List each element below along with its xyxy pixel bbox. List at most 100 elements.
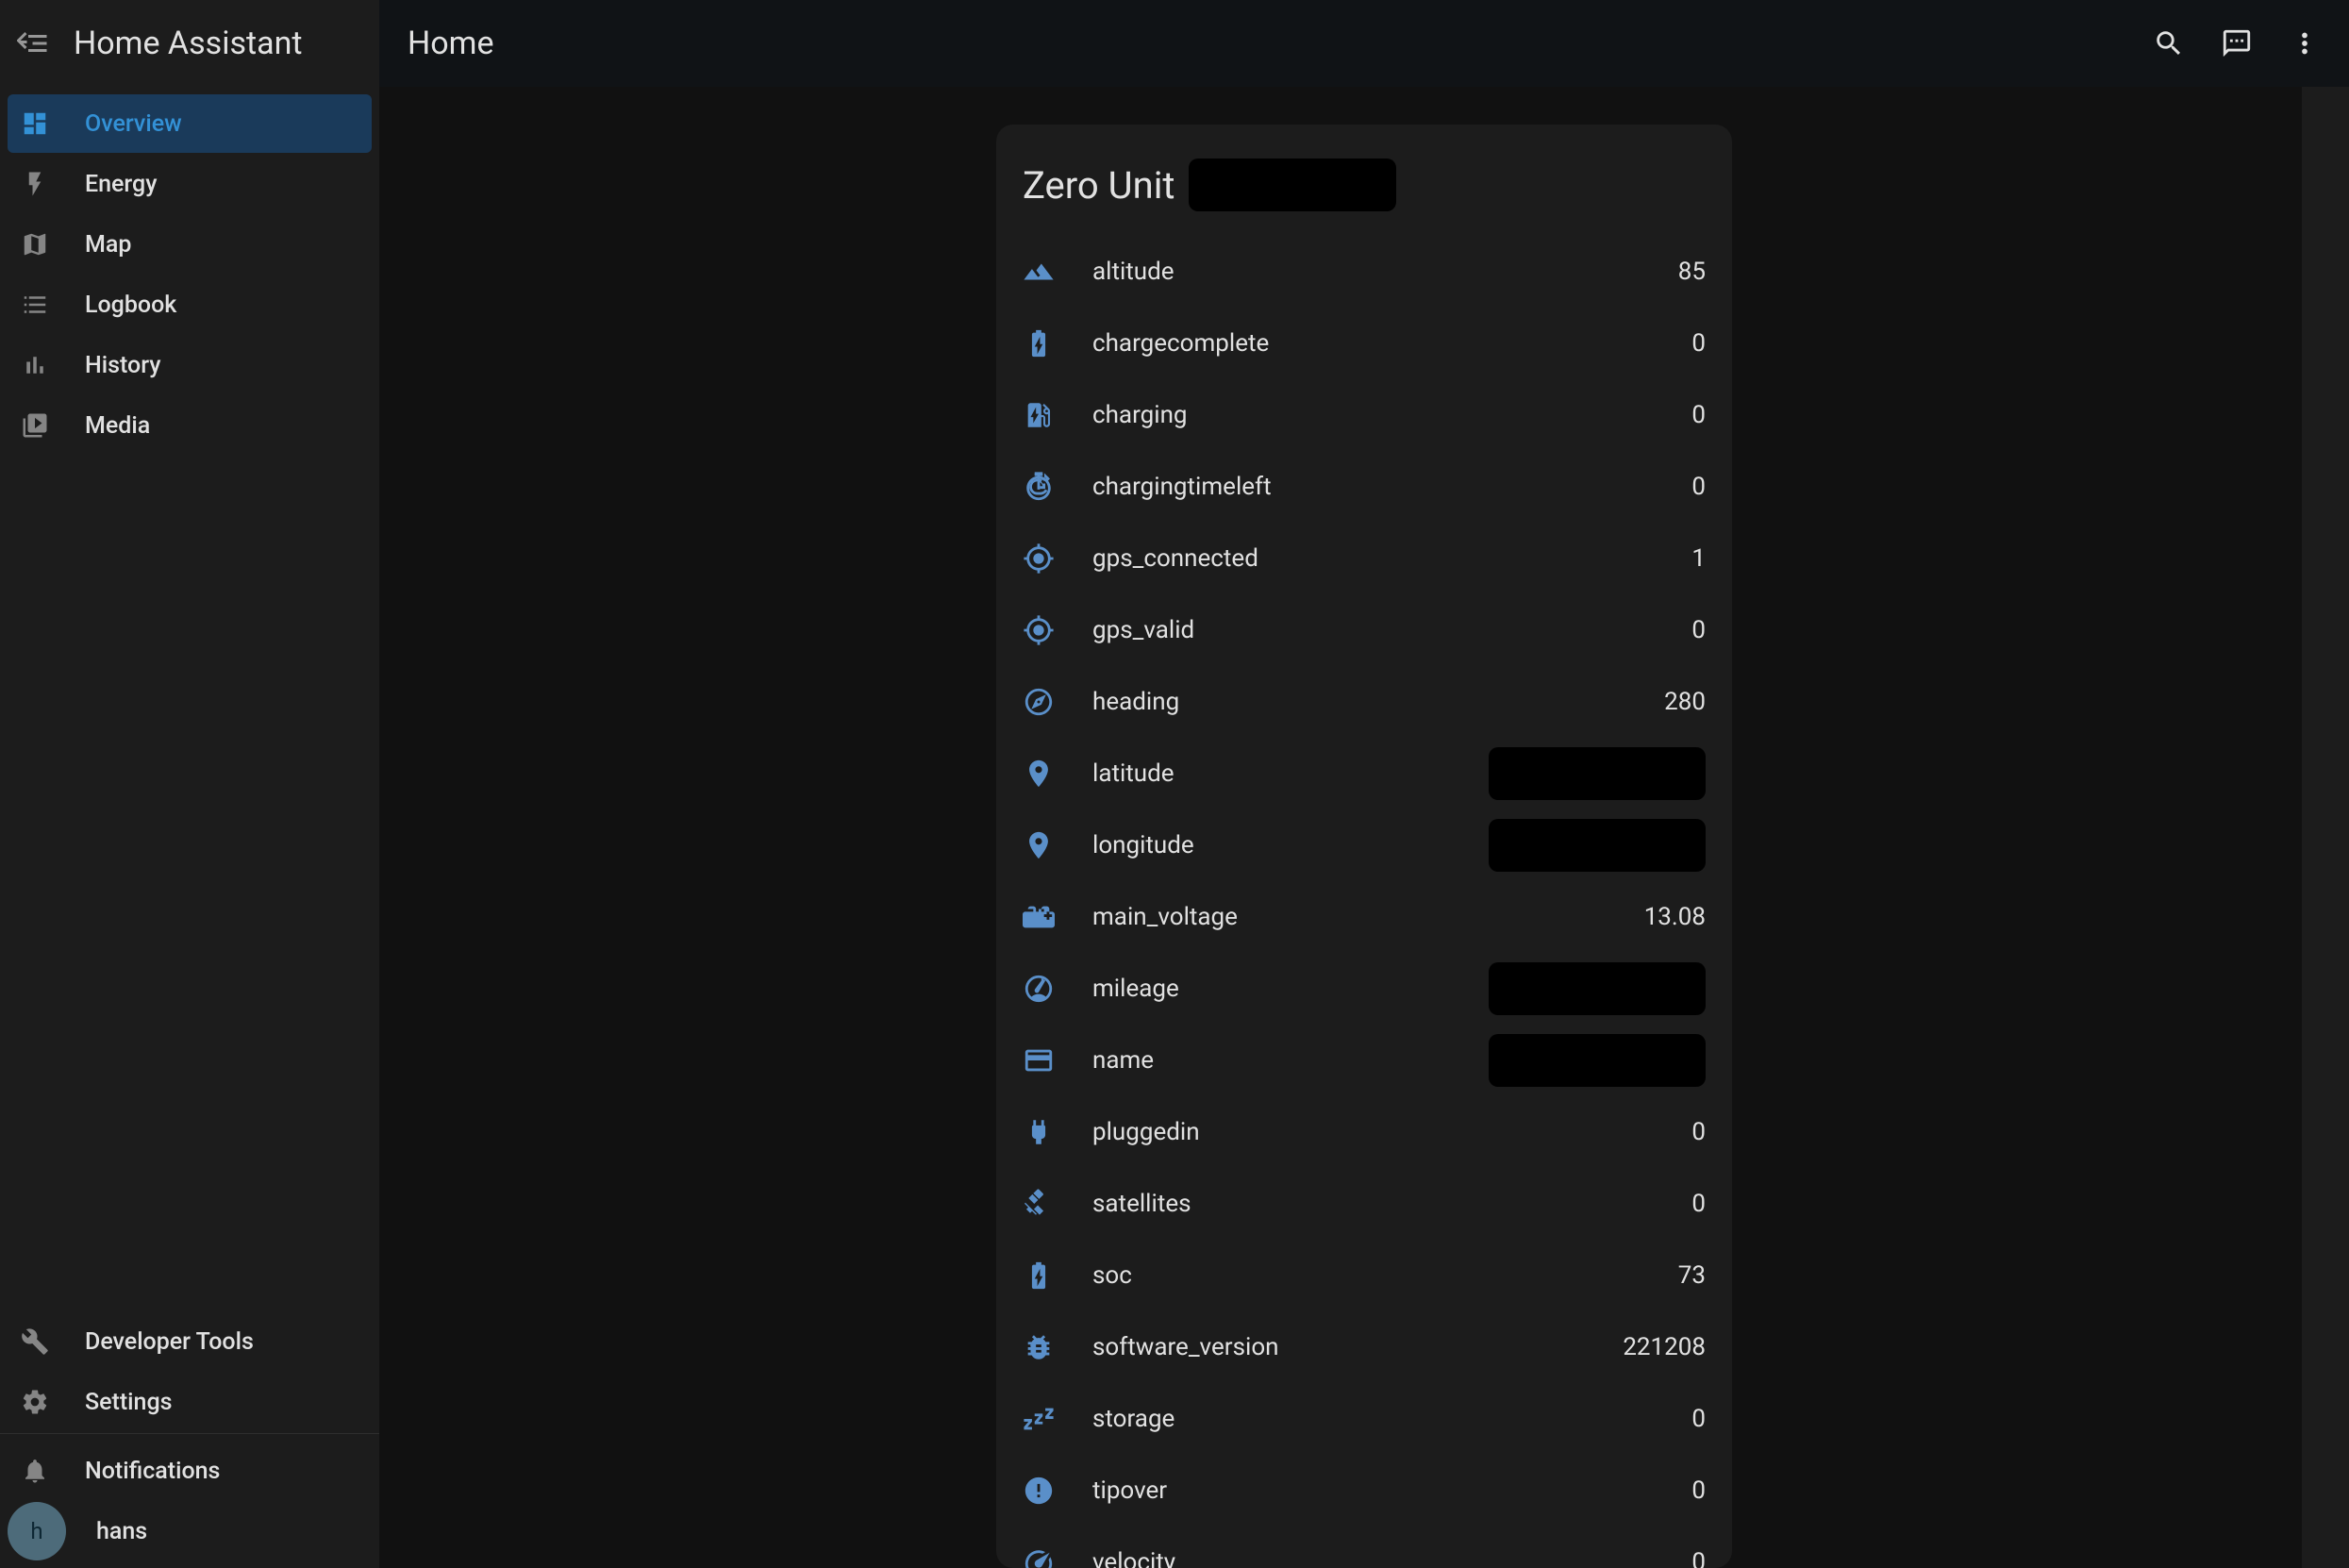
entity-label: velocity (1092, 1548, 1691, 1568)
ev-station-icon (1023, 399, 1055, 431)
card-icon (1023, 1044, 1055, 1076)
entity-row[interactable]: heading280 (996, 666, 1732, 738)
sidebar-item-label: History (85, 352, 161, 379)
sidebar-item-label: Notifications (85, 1458, 220, 1485)
entity-label: gps_connected (1092, 544, 1691, 573)
avatar: h (8, 1502, 66, 1560)
app-title: Home Assistant (74, 25, 303, 62)
sidebar-user[interactable]: h hans (8, 1502, 372, 1560)
entity-value: 13.08 (1644, 903, 1706, 931)
sidebar-item-label: Overview (85, 110, 182, 138)
entity-value: 73 (1678, 1261, 1706, 1290)
page-title: Home (408, 25, 494, 62)
sidebar-item-energy[interactable]: Energy (8, 155, 372, 213)
entity-value: 0 (1691, 1118, 1706, 1146)
sidebar-nav: Overview Energy Map Logbook History Medi… (0, 87, 379, 1305)
altitude-icon (1023, 256, 1055, 288)
bell-icon (21, 1457, 49, 1485)
redacted (1489, 819, 1706, 872)
entity-label: soc (1092, 1261, 1678, 1290)
entity-label: satellites (1092, 1190, 1691, 1218)
chat-icon[interactable] (2221, 27, 2253, 59)
media-icon (21, 411, 49, 440)
entities-list: altitude85chargecomplete0charging0chargi… (996, 236, 1732, 1568)
entity-row[interactable]: main_voltage13.08 (996, 881, 1732, 953)
dots-vertical-icon[interactable] (2289, 27, 2321, 59)
entity-row[interactable]: latitude (996, 738, 1732, 809)
menu-collapse-icon[interactable] (17, 26, 51, 60)
entity-value: 1 (1691, 544, 1706, 573)
entity-label: latitude (1092, 759, 1489, 788)
sidebar-item-history[interactable]: History (8, 336, 372, 394)
entity-label: longitude (1092, 831, 1489, 859)
redacted (1489, 747, 1706, 800)
entity-row[interactable]: soc73 (996, 1240, 1732, 1311)
battery-charging-icon (1023, 1259, 1055, 1292)
entity-label: gps_valid (1092, 616, 1691, 644)
entity-label: chargingtimeleft (1092, 473, 1691, 501)
entity-value: 0 (1691, 1476, 1706, 1505)
topbar: Home (379, 0, 2349, 87)
crosshairs-icon (1023, 614, 1055, 646)
entity-row[interactable]: storage0 (996, 1383, 1732, 1455)
power-plug-icon (1023, 1116, 1055, 1148)
sidebar-bottom: Developer Tools Settings Notifications h… (0, 1305, 379, 1568)
entity-row[interactable]: satellites0 (996, 1168, 1732, 1240)
entities-card: Zero Unit altitude85chargecomplete0charg… (996, 125, 1732, 1568)
entity-row[interactable]: mileage (996, 953, 1732, 1025)
entity-value: 0 (1691, 329, 1706, 358)
entity-row[interactable]: charging0 (996, 379, 1732, 451)
entity-row[interactable]: chargecomplete0 (996, 308, 1732, 379)
sidebar-item-label: Media (85, 412, 150, 440)
entity-label: mileage (1092, 975, 1489, 1003)
logbook-icon (21, 291, 49, 319)
alert-icon (1023, 1475, 1055, 1507)
entity-row[interactable]: name (996, 1025, 1732, 1096)
dashboard-icon (21, 109, 49, 138)
battery-charging-icon (1023, 327, 1055, 359)
sidebar: Home Assistant Overview Energy Map Logbo… (0, 0, 379, 1568)
entity-row[interactable]: altitude85 (996, 236, 1732, 308)
entity-row[interactable]: pluggedin0 (996, 1096, 1732, 1168)
entity-label: storage (1092, 1405, 1691, 1433)
flash-icon (21, 170, 49, 198)
user-name: hans (96, 1518, 147, 1545)
entity-row[interactable]: software_version221208 (996, 1311, 1732, 1383)
wrench-icon (21, 1327, 49, 1356)
entity-row[interactable]: longitude (996, 809, 1732, 881)
sidebar-item-label: Map (85, 231, 131, 259)
sidebar-item-overview[interactable]: Overview (8, 94, 372, 153)
sidebar-item-label: Energy (85, 171, 157, 198)
entity-value: 0 (1691, 1548, 1706, 1568)
sidebar-item-logbook[interactable]: Logbook (8, 275, 372, 334)
sidebar-item-map[interactable]: Map (8, 215, 372, 274)
satellite-icon (1023, 1188, 1055, 1220)
entity-label: software_version (1092, 1333, 1623, 1361)
sidebar-item-notifications[interactable]: Notifications (8, 1442, 372, 1500)
entity-value: 0 (1691, 1405, 1706, 1433)
entity-label: pluggedin (1092, 1118, 1691, 1146)
entity-label: name (1092, 1046, 1489, 1075)
sidebar-header: Home Assistant (0, 0, 379, 87)
sidebar-item-label: Developer Tools (85, 1328, 254, 1356)
entity-label: altitude (1092, 258, 1678, 286)
sidebar-item-label: Logbook (85, 292, 176, 319)
entity-row[interactable]: velocity0 (996, 1526, 1732, 1568)
chart-icon (21, 351, 49, 379)
sleep-icon (1023, 1403, 1055, 1435)
sidebar-item-media[interactable]: Media (8, 396, 372, 455)
entity-row[interactable]: gps_valid0 (996, 594, 1732, 666)
compass-icon (1023, 686, 1055, 718)
entity-row[interactable]: gps_connected1 (996, 523, 1732, 594)
map-marker-icon (1023, 758, 1055, 790)
redacted (1489, 962, 1706, 1015)
content: Zero Unit altitude85chargecomplete0charg… (379, 87, 2349, 1568)
entity-row[interactable]: chargingtimeleft0 (996, 451, 1732, 523)
entity-label: tipover (1092, 1476, 1691, 1505)
search-icon[interactable] (2153, 27, 2185, 59)
sidebar-item-settings[interactable]: Settings (8, 1373, 372, 1431)
entity-label: main_voltage (1092, 903, 1644, 931)
scrollbar[interactable] (2302, 87, 2349, 1568)
entity-row[interactable]: tipover0 (996, 1455, 1732, 1526)
sidebar-item-developer-tools[interactable]: Developer Tools (8, 1312, 372, 1371)
